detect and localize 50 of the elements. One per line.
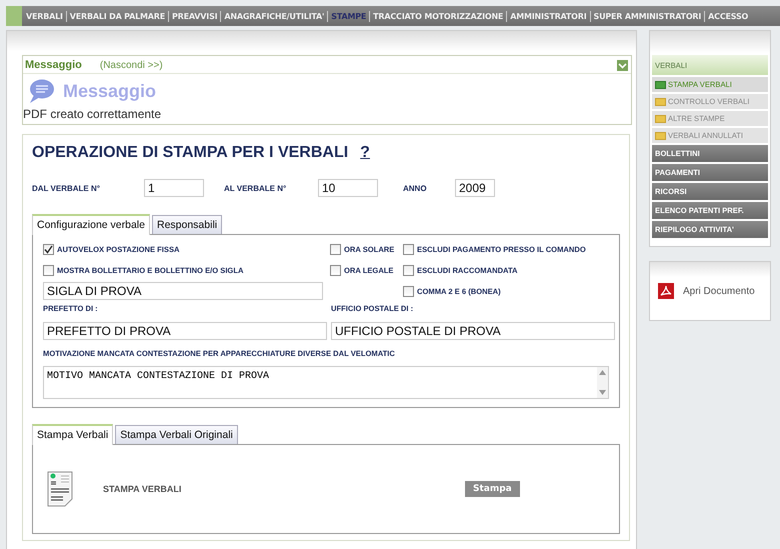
- form-title: OPERAZIONE DI STAMPA PER I VERBALI: [32, 144, 348, 162]
- message-header: Messaggio: [25, 59, 82, 71]
- folder-icon: [655, 80, 666, 88]
- ufficio-field[interactable]: UFFICIO POSTALE DI PROVA: [331, 322, 615, 340]
- prefetto-field[interactable]: PREFETTO DI PROVA: [43, 322, 327, 340]
- speech-bubble-icon: [27, 77, 55, 105]
- collapse-icon[interactable]: [617, 60, 628, 70]
- pdf-icon: [658, 283, 674, 299]
- motivazione-field[interactable]: MOTIVO MANCATA CONTESTAZIONE DI PROVA: [43, 366, 609, 399]
- scroll-up-icon[interactable]: [599, 370, 606, 375]
- hide-link[interactable]: (Nascondi >>): [100, 60, 617, 70]
- tab[interactable]: Configurazione verbale: [32, 214, 150, 235]
- checkbox[interactable]: [330, 264, 341, 276]
- nav-item[interactable]: PREAVVISI: [170, 12, 220, 20]
- nav-item[interactable]: ACCESSO: [706, 12, 750, 20]
- nav-item[interactable]: TRACCIATO MOTORIZZAZIONE: [371, 12, 506, 20]
- folder-icon: [655, 98, 666, 106]
- nav-item[interactable]: STAMPE: [329, 12, 368, 20]
- scroll-down-icon[interactable]: [599, 390, 606, 395]
- message-text: PDF creato correttamente: [23, 106, 162, 123]
- sigla-field[interactable]: SIGLA DI PROVA: [43, 282, 323, 300]
- checkbox[interactable]: [330, 244, 341, 254]
- tab[interactable]: Stampa Verbali: [32, 424, 114, 445]
- nav-item[interactable]: VERBALI: [24, 12, 65, 20]
- number-field[interactable]: 1: [144, 179, 204, 197]
- print-label: STAMPA VERBALI: [103, 484, 182, 494]
- tab[interactable]: Responsabili: [152, 215, 222, 234]
- message-title: Messaggio: [63, 80, 156, 102]
- field-label: ANNO: [403, 184, 428, 192]
- checkbox[interactable]: [403, 286, 414, 296]
- nav-item[interactable]: ANAGRAFICHE/UTILITA': [222, 12, 326, 20]
- number-field[interactable]: 2009: [455, 179, 495, 197]
- nav-item[interactable]: AMMINISTRATORI: [508, 12, 589, 20]
- open-document-link[interactable]: Apri Documento: [683, 286, 755, 296]
- checkbox[interactable]: [403, 264, 414, 276]
- field-label: AL VERBALE N°: [224, 184, 288, 192]
- tab[interactable]: Stampa Verbali Originali: [115, 425, 238, 444]
- field-label: DAL VERBALE N°: [32, 184, 101, 192]
- document-icon: [47, 471, 73, 507]
- nav-item[interactable]: VERBALI DA PALMARE: [68, 12, 167, 20]
- help-link[interactable]: ?: [360, 144, 370, 162]
- folder-icon: [655, 132, 666, 140]
- checkbox[interactable]: [43, 244, 54, 254]
- folder-icon: [655, 114, 666, 122]
- nav-item[interactable]: SUPER AMMINISTRATORI: [592, 12, 704, 20]
- scrollbar[interactable]: [597, 367, 608, 398]
- print-button[interactable]: Stampa: [465, 481, 520, 497]
- number-field[interactable]: 10: [318, 179, 378, 197]
- checkbox[interactable]: [43, 264, 54, 276]
- checkbox[interactable]: [403, 244, 414, 254]
